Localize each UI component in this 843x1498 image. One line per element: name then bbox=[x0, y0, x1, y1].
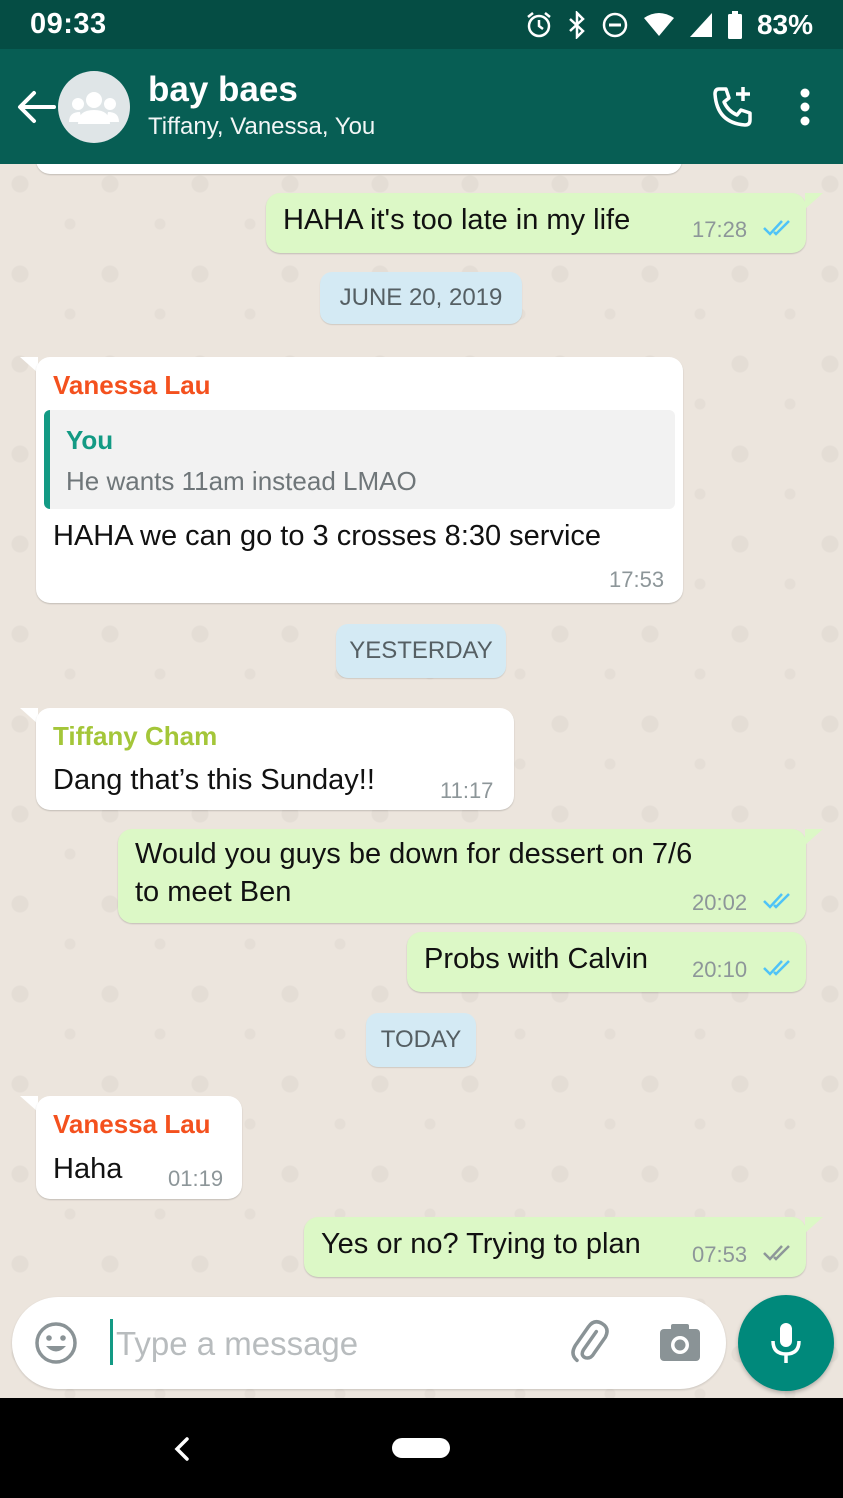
header-actions bbox=[711, 85, 811, 129]
battery-percent: 83% bbox=[756, 8, 813, 40]
message-text: Probs with Calvin bbox=[424, 943, 649, 975]
message-bubble-partial[interactable] bbox=[36, 164, 682, 174]
bubble-tail bbox=[805, 193, 823, 209]
message-text: Yes or no? Trying to plan bbox=[321, 1228, 641, 1260]
attach-icon[interactable] bbox=[566, 1319, 612, 1365]
bluetooth-icon bbox=[569, 10, 585, 39]
delivered-ticks-icon bbox=[763, 1245, 790, 1261]
quote-text: He wants 11am instead LMAO bbox=[66, 466, 417, 496]
read-ticks-icon bbox=[763, 960, 790, 976]
microphone-icon bbox=[771, 1323, 801, 1363]
chat-title-block[interactable]: bay baes Tiffany, Vanessa, You bbox=[148, 70, 375, 144]
sender-name: Vanessa Lau bbox=[53, 1109, 211, 1139]
back-arrow-icon bbox=[18, 90, 56, 123]
message-time: 11:17 bbox=[440, 778, 494, 803]
date-separator: TODAY bbox=[366, 1013, 476, 1067]
message-bubble-incoming[interactable]: Tiffany Cham Dang that’s this Sunday!! 1… bbox=[36, 708, 514, 810]
bubble-tail bbox=[805, 829, 823, 845]
message-bubble-incoming[interactable]: Vanessa Lau You He wants 11am instead LM… bbox=[36, 357, 683, 603]
bubble-tail bbox=[805, 1217, 823, 1233]
message-text-line-1: Would you guys be down for dessert on 7/… bbox=[135, 838, 693, 870]
quoted-message[interactable]: You He wants 11am instead LMAO bbox=[44, 410, 675, 509]
quote-author: You bbox=[66, 425, 114, 455]
emoji-icon[interactable] bbox=[34, 1321, 78, 1365]
group-avatar[interactable] bbox=[58, 70, 130, 143]
do-not-disturb-icon bbox=[602, 12, 628, 37]
system-navigation-bar bbox=[0, 1398, 843, 1498]
group-avatar-icon bbox=[69, 91, 119, 124]
battery-icon bbox=[727, 10, 742, 39]
chat-header: bay baes Tiffany, Vanessa, You bbox=[0, 49, 843, 164]
nav-back-icon[interactable] bbox=[172, 1436, 192, 1462]
message-text: Haha bbox=[53, 1153, 123, 1185]
message-time: 01:19 bbox=[168, 1166, 224, 1191]
message-time: 20:10 bbox=[692, 957, 748, 982]
chat-participants: Tiffany, Vanessa, You bbox=[148, 112, 376, 140]
message-bubble-outgoing[interactable]: Yes or no? Trying to plan 07:53 bbox=[304, 1217, 806, 1277]
date-separator: JUNE 20, 2019 bbox=[320, 272, 522, 324]
alarm-icon bbox=[527, 11, 551, 37]
message-text: HAHA we can go to 3 crosses 8:30 service bbox=[53, 520, 602, 552]
message-time: 17:28 bbox=[692, 217, 748, 242]
chat-title: bay baes bbox=[148, 69, 298, 109]
message-input[interactable]: Type a message bbox=[116, 1325, 358, 1363]
cell-signal-icon bbox=[689, 12, 712, 37]
back-button[interactable] bbox=[8, 67, 64, 147]
sender-name: Vanessa Lau bbox=[53, 370, 211, 400]
message-text: Dang that’s this Sunday!! bbox=[53, 764, 375, 796]
message-time: 17:53 bbox=[609, 567, 665, 592]
status-icons: 83% bbox=[525, 9, 813, 41]
nav-home-pill[interactable] bbox=[392, 1438, 450, 1458]
wifi-icon bbox=[643, 12, 674, 36]
message-composer[interactable]: Type a message bbox=[12, 1297, 726, 1389]
whatsapp-chat-screen: 09:33 83% bay baes Tiffany, Vanessa, You… bbox=[0, 0, 843, 1498]
message-bubble-outgoing[interactable]: Would you guys be down for dessert on 7/… bbox=[118, 829, 806, 923]
add-call-icon[interactable] bbox=[711, 85, 755, 129]
status-bar: 09:33 83% bbox=[0, 0, 843, 49]
status-time: 09:33 bbox=[30, 8, 107, 40]
message-time: 20:02 bbox=[692, 890, 748, 915]
message-bubble-incoming[interactable]: Vanessa Lau Haha 01:19 bbox=[36, 1096, 242, 1199]
message-text-line-2: to meet Ben bbox=[135, 876, 292, 908]
camera-icon[interactable] bbox=[658, 1323, 702, 1363]
text-cursor bbox=[110, 1319, 113, 1365]
message-text: HAHA it's too late in my life bbox=[283, 204, 631, 236]
date-separator: YESTERDAY bbox=[336, 624, 506, 678]
read-ticks-icon bbox=[763, 893, 790, 909]
more-vert-icon[interactable] bbox=[799, 88, 811, 126]
sender-name: Tiffany Cham bbox=[53, 721, 218, 751]
message-bubble-outgoing[interactable]: HAHA it's too late in my life 17:28 bbox=[266, 193, 806, 253]
voice-record-button[interactable] bbox=[738, 1295, 834, 1391]
message-bubble-outgoing[interactable]: Probs with Calvin 20:10 bbox=[407, 932, 806, 992]
message-time: 07:53 bbox=[692, 1242, 748, 1267]
read-ticks-icon bbox=[763, 220, 790, 236]
message-list[interactable]: HAHA it's too late in my life 17:28 JUNE… bbox=[0, 164, 843, 1398]
